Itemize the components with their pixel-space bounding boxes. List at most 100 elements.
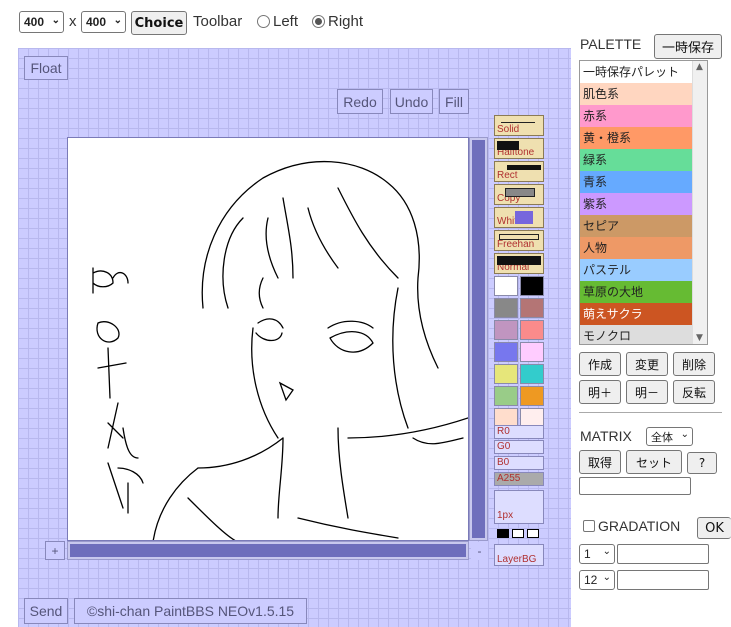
gradation-input-1[interactable] xyxy=(617,544,709,564)
chevron-down-icon: ⌄ xyxy=(602,572,611,583)
color-swatch[interactable] xyxy=(494,276,518,296)
line-icon xyxy=(501,122,535,123)
vertical-scrollbar[interactable] xyxy=(469,137,488,541)
palette-title: PALETTE xyxy=(580,36,642,52)
toolbar-label: Toolbar xyxy=(193,13,243,30)
matrix-textarea[interactable] xyxy=(579,477,691,495)
color-swatch[interactable] xyxy=(494,386,518,406)
horizontal-scroll-thumb[interactable] xyxy=(70,544,466,557)
horizontal-scrollbar[interactable] xyxy=(67,541,469,560)
gradation-input-2[interactable] xyxy=(617,570,709,590)
pen-shape-outline-icon xyxy=(512,529,524,538)
matrix-help-button[interactable]: ? xyxy=(687,452,717,474)
save-temp-palette-button[interactable]: 一時保存 xyxy=(654,34,722,59)
tool-copy[interactable]: Copy xyxy=(494,184,544,205)
pen-size-label: 1px xyxy=(497,510,514,521)
palette-item[interactable]: 黄・橙系 xyxy=(580,127,692,149)
chevron-down-icon: ⌄ xyxy=(51,15,60,26)
canvas-width-value: 400 xyxy=(24,15,45,29)
canvas-height-value: 400 xyxy=(86,15,107,29)
palette-item[interactable]: セピア xyxy=(580,215,692,237)
palette-item[interactable]: 萌えサクラ xyxy=(580,303,692,325)
gradation-title: GRADATION xyxy=(598,518,681,534)
palette-scrollbar[interactable]: ▲ ▼ xyxy=(692,61,707,344)
drawing-canvas[interactable] xyxy=(67,137,469,541)
palette-item[interactable]: パステル xyxy=(580,259,692,281)
canvas-height-select[interactable]: 400 ⌄ xyxy=(81,11,126,33)
palette-item[interactable]: 緑系 xyxy=(580,149,692,171)
matrix-select[interactable]: 全体 ⌄ xyxy=(646,427,693,446)
copyright-label[interactable]: ©shi-chan PaintBBS NEOv1.5.15 xyxy=(74,598,307,624)
palette-item[interactable]: 草原の大地 xyxy=(580,281,692,303)
palette-item[interactable]: モノクロ xyxy=(580,325,692,344)
send-button[interactable]: Send xyxy=(24,598,68,624)
tool-halftone[interactable]: Halftone xyxy=(494,138,544,159)
red-slider[interactable]: R0 xyxy=(494,425,544,439)
zoom-out-button[interactable]: - xyxy=(471,542,488,560)
palette-item[interactable]: 紫系 xyxy=(580,193,692,215)
tool-freehand[interactable]: Freehan xyxy=(494,230,544,251)
color-swatch[interactable] xyxy=(520,386,544,406)
palette-delete-button[interactable]: 削除 xyxy=(673,352,715,376)
panel-divider xyxy=(579,412,722,413)
blue-slider[interactable]: B0 xyxy=(494,456,544,470)
choice-button[interactable]: Choice xyxy=(131,11,187,35)
alpha-slider[interactable]: A255 xyxy=(494,472,544,486)
palette-invert-button[interactable]: 反転 xyxy=(673,380,715,404)
palette-item[interactable]: 青系 xyxy=(580,171,692,193)
gradation-select-2-value: 12 xyxy=(584,573,598,587)
color-swatch[interactable] xyxy=(520,342,544,362)
palette-edit-button[interactable]: 変更 xyxy=(626,352,668,376)
color-swatch[interactable] xyxy=(520,276,544,296)
tool-normal[interactable]: Normal xyxy=(494,253,544,274)
palette-list[interactable]: 一時保存パレット 肌色系 赤系 黄・橙系 緑系 青系 紫系 セピア 人物 パステ… xyxy=(579,60,708,345)
pen-shape-outline-icon xyxy=(527,529,539,538)
gradation-checkbox[interactable] xyxy=(583,520,595,532)
green-slider[interactable]: G0 xyxy=(494,440,544,454)
chevron-down-icon: ⌄ xyxy=(113,15,122,26)
tool-white[interactable]: White xyxy=(494,207,544,228)
gradation-ok-button[interactable]: OK xyxy=(697,517,731,539)
palette-darken-button[interactable]: 明－ xyxy=(626,380,668,404)
undo-button[interactable]: Undo xyxy=(390,89,433,114)
vertical-scroll-thumb[interactable] xyxy=(472,140,485,538)
tool-freehand-label: Freehan xyxy=(497,239,535,250)
scroll-down-icon[interactable]: ▼ xyxy=(696,333,703,343)
color-swatch[interactable] xyxy=(520,364,544,384)
pen-size-box[interactable]: 1px xyxy=(494,490,544,524)
color-swatch[interactable] xyxy=(520,320,544,340)
matrix-get-button[interactable]: 取得 xyxy=(579,450,621,474)
color-swatch[interactable] xyxy=(494,298,518,318)
palette-item[interactable]: 人物 xyxy=(580,237,692,259)
redo-button[interactable]: Redo xyxy=(337,89,383,114)
palette-item[interactable]: 肌色系 xyxy=(580,83,692,105)
gradation-select-1-value: 1 xyxy=(584,547,591,561)
matrix-set-button[interactable]: セット xyxy=(626,450,682,474)
pen-shape-selector[interactable] xyxy=(496,528,542,539)
layer-label: LayerBG xyxy=(497,554,537,565)
gradation-select-1[interactable]: 1 ⌄ xyxy=(579,544,615,564)
matrix-title: MATRIX xyxy=(580,428,632,444)
float-button[interactable]: Float xyxy=(24,56,68,80)
rect-icon xyxy=(507,165,541,170)
color-swatch[interactable] xyxy=(494,342,518,362)
matrix-select-value: 全体 xyxy=(651,431,673,444)
palette-item[interactable]: 一時保存パレット xyxy=(580,61,692,83)
fill-button[interactable]: Fill xyxy=(439,89,469,114)
palette-brighten-button[interactable]: 明＋ xyxy=(579,380,621,404)
tool-solid[interactable]: Solid xyxy=(494,115,544,136)
tool-rect[interactable]: Rect xyxy=(494,161,544,182)
zoom-in-button[interactable]: + xyxy=(45,541,65,560)
toolbar-right-radio[interactable] xyxy=(312,15,325,28)
gradation-select-2[interactable]: 12 ⌄ xyxy=(579,570,615,590)
color-swatch[interactable] xyxy=(520,298,544,318)
toolbar-left-radio[interactable] xyxy=(257,15,270,28)
size-separator: x xyxy=(69,13,77,30)
color-swatch[interactable] xyxy=(494,320,518,340)
layer-box[interactable]: LayerBG xyxy=(494,544,544,566)
color-swatch[interactable] xyxy=(494,364,518,384)
palette-create-button[interactable]: 作成 xyxy=(579,352,621,376)
canvas-width-select[interactable]: 400 ⌄ xyxy=(19,11,64,33)
scroll-up-icon[interactable]: ▲ xyxy=(696,62,703,72)
palette-item[interactable]: 赤系 xyxy=(580,105,692,127)
